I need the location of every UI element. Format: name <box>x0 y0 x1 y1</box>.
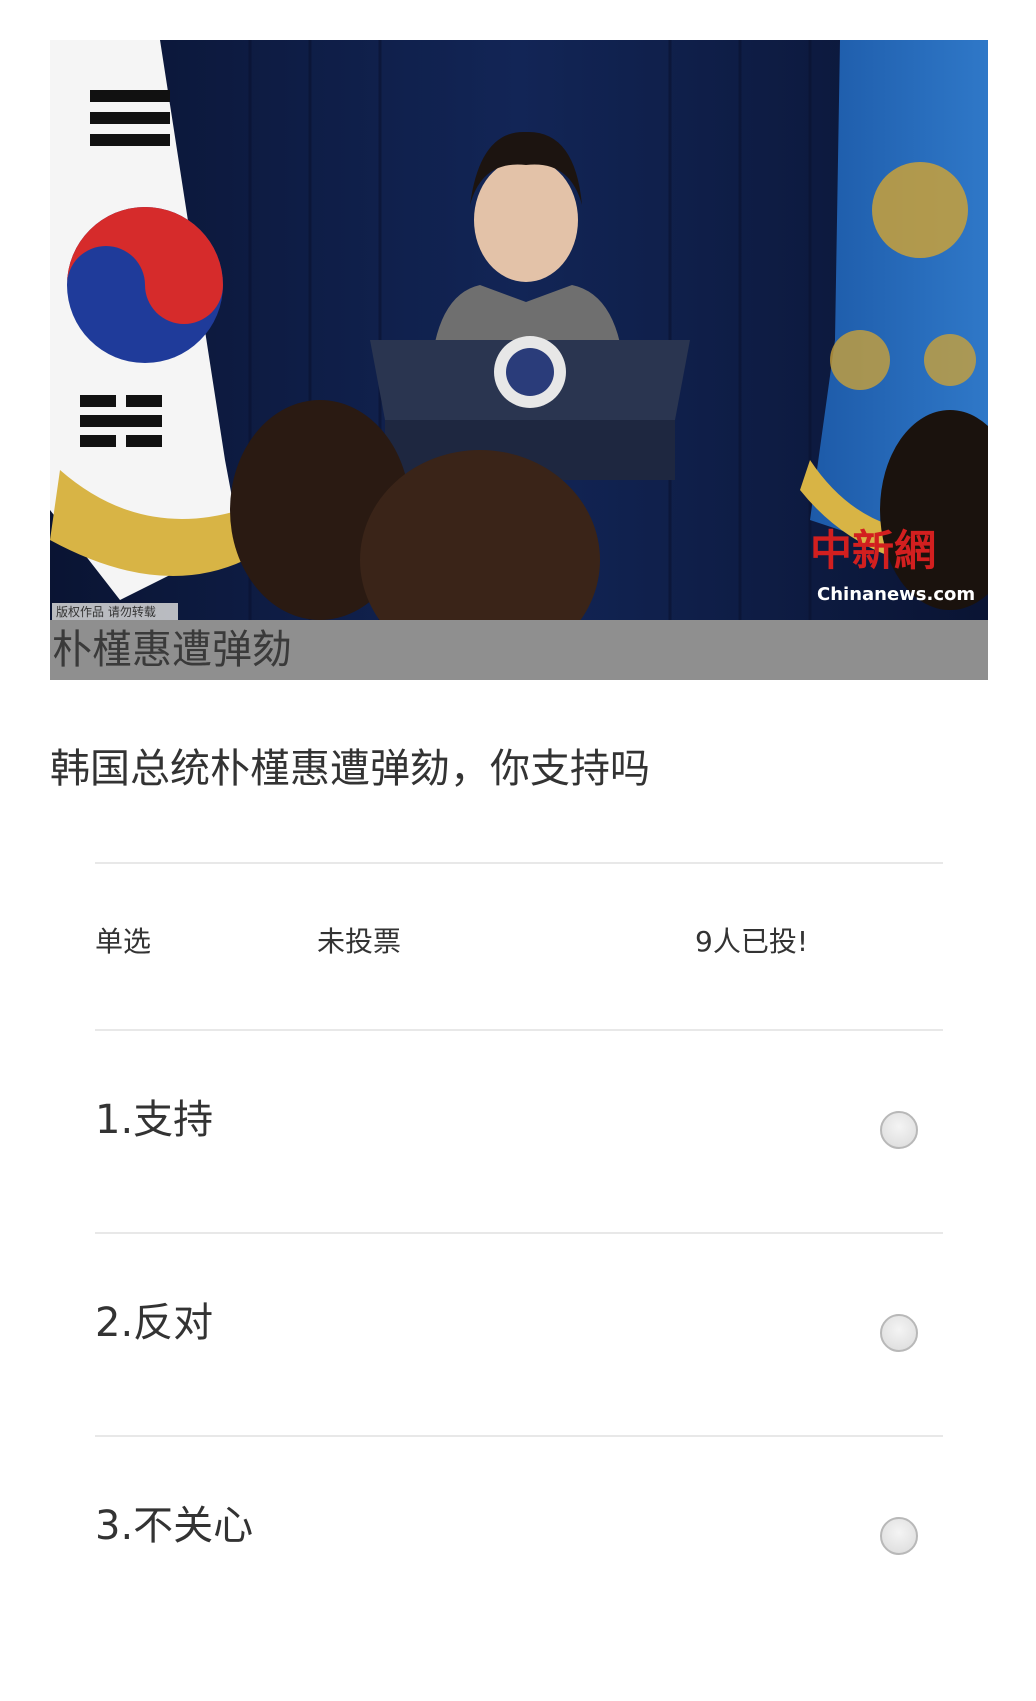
podium <box>370 336 690 480</box>
option-item-dont-care[interactable]: 3.不关心 <box>95 1501 943 1701</box>
option-label: 1.支持 <box>95 1097 214 1143</box>
vote-count: 9人已投! <box>695 925 809 958</box>
news-photo: 版权作品 请勿转载 中新網 Chinanews.com <box>50 40 988 620</box>
radio-button-dont-care[interactable] <box>880 1517 918 1555</box>
radio-button-support[interactable] <box>880 1111 918 1149</box>
divider <box>95 1435 943 1437</box>
poll-banner: 版权作品 请勿转载 中新網 Chinanews.com 朴槿惠遭弹劾 <box>50 40 988 680</box>
option-label: 2.反对 <box>95 1300 214 1346</box>
watermark-text: 版权作品 请勿转载 <box>56 604 156 619</box>
vote-status: 未投票 <box>317 925 402 958</box>
logo-cn: 中新網 <box>810 526 936 575</box>
radio-button-oppose[interactable] <box>880 1314 918 1352</box>
option-item-oppose[interactable]: 2.反对 <box>95 1298 943 1498</box>
logo-en: Chinanews.com <box>817 584 975 605</box>
option-label: 3.不关心 <box>95 1503 254 1549</box>
option-item-support[interactable]: 1.支持 <box>95 1095 943 1295</box>
banner-caption: 朴槿惠遭弹劾 <box>50 620 988 680</box>
divider <box>95 1029 943 1031</box>
poll-meta: 单选 未投票 9人已投! <box>95 917 943 967</box>
divider <box>95 1232 943 1234</box>
poll-question: 韩国总统朴槿惠遭弹劾，你支持吗 <box>50 746 650 792</box>
poll-type: 单选 <box>95 925 152 958</box>
divider <box>95 862 943 864</box>
